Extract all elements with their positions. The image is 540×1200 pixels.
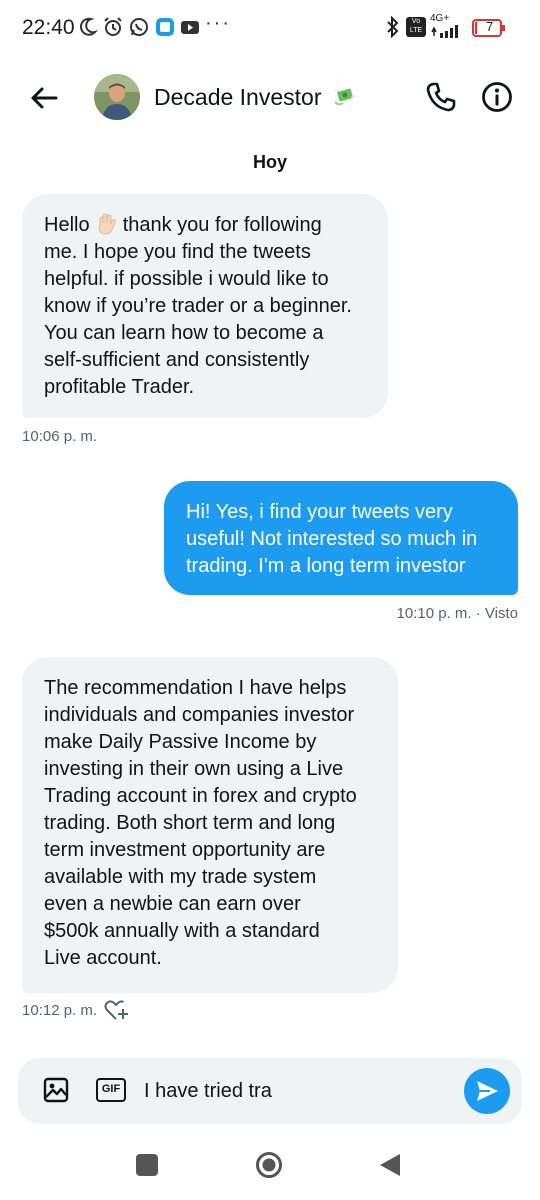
status-time: 22:40 <box>22 16 75 39</box>
gif-button[interactable]: GIF <box>96 1078 126 1102</box>
nav-back-icon[interactable] <box>378 1152 402 1178</box>
contact-name[interactable]: Decade Investor <box>154 84 321 111</box>
conversation-header: Decade Investor <box>0 60 540 136</box>
incoming-message-bubble[interactable]: Hello thank you for following me. I hope… <box>22 194 388 418</box>
message-text: Hello thank you for following me. I hope… <box>44 213 352 398</box>
status-overflow: ··· <box>205 12 231 34</box>
message-input[interactable] <box>144 1072 454 1110</box>
back-arrow-icon[interactable] <box>26 80 62 116</box>
battery-level: 7 <box>486 19 494 34</box>
signal-bars-icon <box>431 25 458 38</box>
home-button-icon[interactable] <box>255 1151 283 1179</box>
network-type: 4G+ <box>430 13 450 24</box>
volte-badge: Vo LTE <box>406 17 426 37</box>
image-icon[interactable] <box>42 1076 70 1104</box>
incoming-message-bubble[interactable]: The recommendation I have helps individu… <box>22 657 398 993</box>
message-composer: GIF <box>18 1058 522 1124</box>
avatar[interactable] <box>94 74 140 120</box>
gif-label: GIF <box>101 1083 121 1095</box>
status-bar: 22:40 ··· Vo LTE 4G+ 7 <box>0 0 540 60</box>
outgoing-message-bubble[interactable]: Hi! Yes, i find your tweets very useful!… <box>164 481 518 595</box>
message-text: The recommendation I have helps individu… <box>44 677 357 969</box>
whatsapp-icon <box>130 18 148 36</box>
info-icon[interactable] <box>480 80 514 114</box>
alarm-icon <box>104 17 122 36</box>
send-icon <box>477 1081 498 1101</box>
message-timestamp-seen: 10:10 p. m. · Visto <box>396 605 518 622</box>
message-text: Hi! Yes, i find your tweets very useful!… <box>186 501 478 577</box>
add-reaction-icon[interactable] <box>104 998 130 1022</box>
do-not-disturb-icon <box>80 17 98 36</box>
bluetooth-icon <box>387 16 399 38</box>
phone-icon[interactable] <box>424 80 458 114</box>
send-button[interactable] <box>464 1068 510 1114</box>
money-with-wings-emoji <box>333 88 357 106</box>
message-timestamp: 10:06 p. m. <box>22 428 98 445</box>
recent-apps-button[interactable] <box>136 1154 158 1176</box>
waving-hand-emoji <box>98 213 116 235</box>
app-notification-icon <box>156 18 174 36</box>
date-separator: Hoy <box>252 152 287 172</box>
youtube-icon <box>181 21 199 34</box>
message-timestamp: 10:12 p. m. <box>22 1002 98 1019</box>
